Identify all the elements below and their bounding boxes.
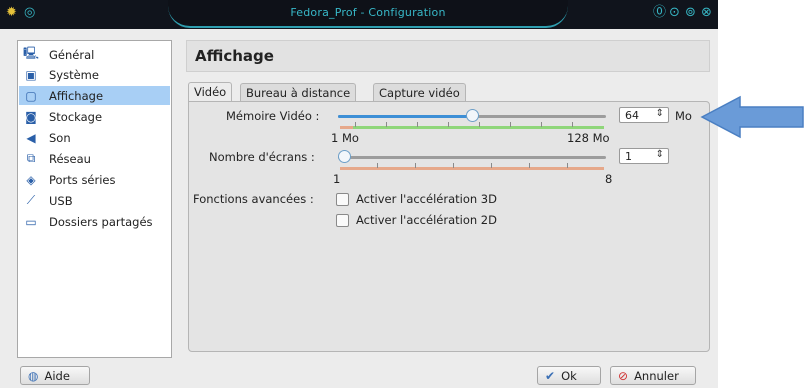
speaker-icon: ◀ [26,130,36,145]
window-title: Fedora_Prof - Configuration [290,6,446,19]
sidebar-item-audio[interactable]: ◀ Son [19,128,170,147]
help-button-label: Aide [44,368,70,383]
tab-label: Vidéo [194,85,227,99]
annotation-arrow [700,95,804,139]
slider-tick [448,122,449,127]
slider-tick [415,163,416,168]
serial-port-icon: ◈ [26,172,36,187]
cancel-icon: ⊘ [618,368,629,383]
display-icon: ▢ [25,88,37,103]
maximize-icon[interactable]: ⊚ [685,6,696,20]
sidebar-item-label: Général [49,47,95,62]
config-window: Fedora_Prof - Configuration ✹ ◎ ⓪ ⊙ ⊚ ⊗ … [0,0,718,388]
slider-tick [491,163,492,168]
menu-icon[interactable]: ◎ [24,6,35,20]
video-memory-slider-handle[interactable] [465,109,479,122]
close-icon[interactable]: ⊗ [701,6,712,20]
video-memory-min-label: 1 Mo [331,131,359,145]
minimize-icon[interactable]: ⊙ [669,6,680,20]
ok-button[interactable]: ✔ Ok [537,366,601,385]
app-icon[interactable]: ✹ [6,6,17,20]
slider-tick [529,163,530,168]
settings-sidebar: 🖳 Général ▣ Système ▢ Affichage ◙ Stocka… [17,40,172,358]
screens-min-label: 1 [333,172,341,186]
sidebar-item-network[interactable]: ⧉ Réseau [19,149,170,168]
screens-slider-track[interactable] [338,156,606,159]
slider-tick [479,122,480,127]
accel-3d-checkbox[interactable] [336,193,349,206]
slider-tick [386,122,387,127]
accel-2d-label[interactable]: Activer l'accélération 2D [356,213,497,227]
monitor-icon: 🖳 [23,46,40,60]
sidebar-item-general[interactable]: 🖳 Général [19,45,170,64]
advanced-features-label: Fonctions avancées : [193,192,314,206]
slider-tick [377,163,378,168]
sidebar-item-usb[interactable]: ⟋ USB [19,191,170,210]
screens-value: 1 [625,150,632,163]
chip-icon: ▣ [25,67,37,82]
network-icon: ⧉ [26,151,36,165]
video-memory-value: 64 [625,109,639,122]
page-title: Affichage [195,47,274,65]
slider-tick [510,122,511,127]
page-title-bar: Affichage [186,40,710,72]
slider-tick [567,163,568,168]
sidebar-item-label: Son [49,130,71,145]
sidebar-item-label: Affichage [49,88,104,103]
sidebar-item-shared-folders[interactable]: ▭ Dossiers partagés [19,212,170,231]
arrow-shape [700,95,804,139]
slider-tick [572,122,573,127]
tab-label: Capture vidéo [379,86,460,100]
video-memory-slider-fill [338,115,472,118]
sidebar-item-label: Ports séries [49,172,116,187]
screens-max-label: 8 [605,172,613,186]
video-memory-warn-zone [340,126,353,129]
ok-button-label: Ok [561,368,577,383]
sidebar-item-label: Dossiers partagés [49,214,153,229]
sidebar-item-system[interactable]: ▣ Système [19,65,170,84]
screens-slider-handle[interactable] [338,150,351,163]
sidebar-item-label: Système [49,67,99,82]
help-icon: ◍ [28,368,39,383]
screens-spinbox[interactable]: 1 ⇕ [619,148,669,164]
video-memory-label: Mémoire Vidéo : [226,109,320,123]
cancel-button[interactable]: ⊘ Annuler [610,366,696,385]
sidebar-item-display[interactable]: ▢ Affichage [19,86,170,105]
disk-icon: ◙ [25,109,37,124]
checkmark-icon: ✔ [545,368,556,383]
slider-tick [355,122,356,127]
sidebar-item-serial-ports[interactable]: ◈ Ports séries [19,170,170,189]
slider-tick [417,122,418,127]
slider-tick [453,163,454,168]
spin-arrows-icon[interactable]: ⇕ [656,149,664,160]
accel-2d-checkbox[interactable] [336,214,349,227]
spin-arrows-icon[interactable]: ⇕ [656,108,664,119]
sidebar-item-storage[interactable]: ◙ Stockage [19,107,170,126]
tab-video-capture[interactable]: Capture vidéo [373,83,466,103]
folder-icon: ▭ [25,214,37,229]
video-memory-unit: Mo [675,109,692,123]
tab-remote-desktop[interactable]: Bureau à distance [240,83,357,103]
sidebar-item-label: USB [49,193,73,208]
sidebar-item-label: Stockage [49,109,103,124]
tab-video[interactable]: Vidéo [188,82,233,103]
accel-3d-label[interactable]: Activer l'accélération 3D [356,192,497,206]
tab-label: Bureau à distance [246,86,351,100]
usb-icon: ⟋ [26,193,36,207]
cancel-button-label: Annuler [634,368,679,383]
slider-tick [541,122,542,127]
video-memory-spinbox[interactable]: 64 ⇕ [619,107,669,123]
video-memory-max-label: 128 Mo [567,131,610,145]
help-button[interactable]: ◍ Aide [20,366,90,385]
screens-warn-zone [340,167,604,170]
screens-label: Nombre d'écrans : [209,150,315,164]
help-icon[interactable]: ⓪ [653,6,666,20]
sidebar-item-label: Réseau [49,151,91,166]
title-bar: Fedora_Prof - Configuration ✹ ◎ ⓪ ⊙ ⊚ ⊗ [0,0,718,29]
